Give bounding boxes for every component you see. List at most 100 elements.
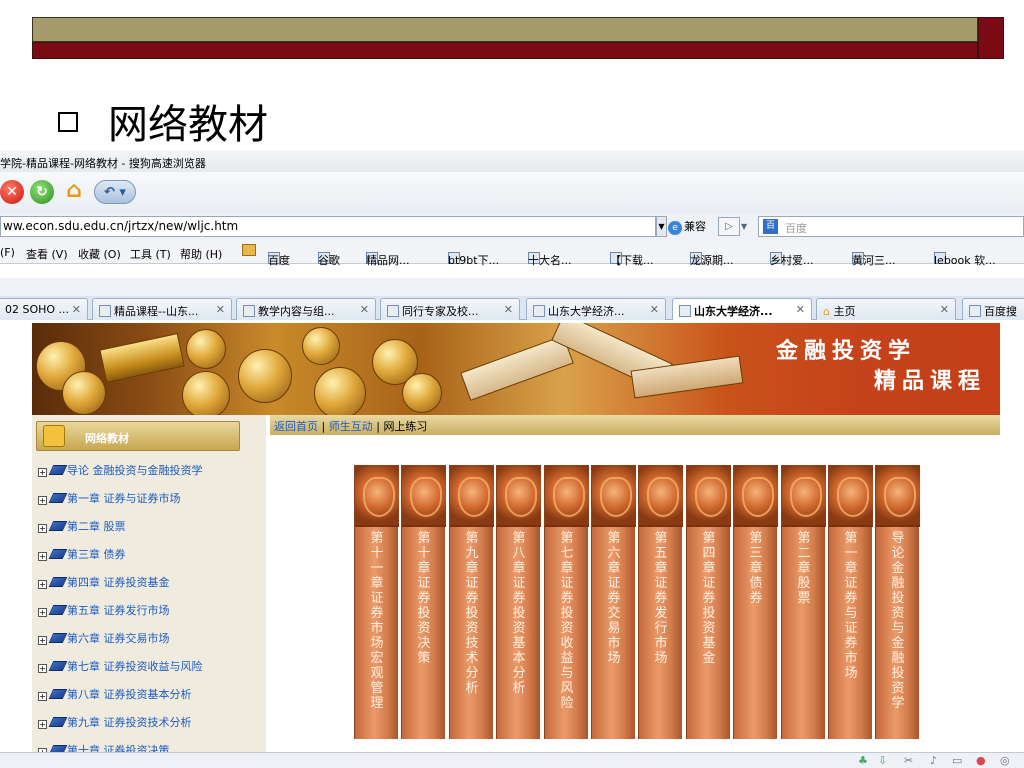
close-icon[interactable]: ✕ — [72, 303, 81, 316]
address-input[interactable]: ww.econ.sdu.edu.cn/jrtzx/new/wljc.htm — [0, 216, 656, 237]
close-icon[interactable]: ✕ — [216, 303, 225, 316]
security-icon[interactable]: ♣ — [858, 754, 868, 767]
sidebar-item-ch4[interactable]: + 第四章 证券投资基金 — [38, 574, 170, 590]
spine-title: 第七章 证券投资收益与风险 — [560, 531, 574, 711]
volume-icon[interactable]: ♪ — [930, 754, 937, 767]
close-icon[interactable]: ✕ — [650, 303, 659, 316]
sidebar-item-ch9[interactable]: + 第九章 证券投资技术分析 — [38, 714, 192, 730]
chapter-label: 第五章 证券发行市场 — [67, 604, 170, 617]
stop-icon[interactable]: ✕ — [0, 180, 24, 204]
menu-file[interactable]: (F) — [0, 246, 15, 259]
book-spine-ch8[interactable]: 第八章 证券投资基本分析 — [496, 465, 541, 739]
close-icon[interactable]: ✕ — [940, 303, 949, 316]
sidebar-item-ch7[interactable]: + 第七章 证券投资收益与风险 — [38, 658, 203, 674]
expand-icon[interactable]: + — [38, 636, 47, 645]
fav-label: 百度 — [268, 254, 290, 267]
nav-toolbar: ✕ ↻ ⌂ ↶ ▾ — [0, 172, 1024, 214]
expand-icon[interactable]: + — [38, 552, 47, 561]
close-icon[interactable]: ✕ — [796, 303, 805, 316]
close-icon[interactable]: ✕ — [504, 303, 513, 316]
expand-icon[interactable]: + — [38, 496, 47, 505]
menu-tools[interactable]: 工具 (T) — [130, 246, 171, 262]
expand-icon[interactable]: + — [38, 608, 47, 617]
monitor-icon — [43, 425, 65, 447]
spine-title: 第五章 证券发行市场 — [654, 531, 668, 666]
book-spine-ch2[interactable]: 第二章 股票 — [781, 465, 826, 739]
breadcrumb-current: 网上练习 — [383, 420, 428, 433]
gold-coin — [402, 373, 442, 413]
spine-title: 第十章 证券投资决策 — [417, 531, 431, 666]
menu-favorites[interactable]: 收藏 (O) — [78, 246, 121, 262]
expand-icon[interactable]: + — [38, 692, 47, 701]
status-bar: ♣ ⇩ ✂ ♪ ▭ ● ◎ — [0, 752, 1024, 768]
go-dropdown-icon[interactable]: ▼ — [741, 217, 751, 236]
window-icon[interactable]: ▭ — [952, 754, 962, 767]
go-button[interactable]: ▷ — [718, 217, 740, 236]
sidebar-item-ch3[interactable]: + 第三章 债券 — [38, 546, 126, 562]
sidebar-item-ch2[interactable]: + 第二章 股票 — [38, 518, 126, 534]
fav-label: lebook 软... — [934, 254, 996, 267]
expand-icon[interactable]: + — [38, 580, 47, 589]
search-input[interactable]: 百 百度 — [758, 216, 1024, 237]
gold-bar — [99, 333, 185, 383]
site-banner: 金融投资学 精品课程 — [32, 323, 1000, 415]
sidebar-item-ch5[interactable]: + 第五章 证券发行市场 — [38, 602, 170, 618]
book-icon — [48, 465, 68, 475]
book-spine-ch5[interactable]: 第五章 证券发行市场 — [638, 465, 683, 739]
sidebar-item-ch1[interactable]: + 第一章 证券与证券市场 — [38, 490, 181, 506]
book-spine-ch3[interactable]: 第三章 债券 — [733, 465, 778, 739]
tab-2[interactable]: 精品课程--山东... ✕ — [92, 298, 232, 320]
zoom-icon[interactable]: ◎ — [1000, 754, 1010, 767]
expand-icon[interactable]: + — [38, 524, 47, 533]
menu-help[interactable]: 帮助 (H) — [180, 246, 222, 262]
skin-icon[interactable]: ● — [976, 754, 986, 767]
address-dropdown-icon[interactable]: ▼ — [656, 216, 667, 237]
book-spine-intro[interactable]: 导论 金融投资与金融投资学 — [875, 465, 920, 739]
menu-view[interactable]: 查看 (V) — [26, 246, 68, 262]
expand-icon[interactable]: + — [38, 468, 47, 477]
breadcrumb-home-link[interactable]: 返回首页 — [274, 420, 318, 433]
download-icon[interactable]: ⇩ — [878, 754, 887, 767]
tab-1[interactable]: 02 SOHO ... ✕ — [0, 298, 88, 320]
book-spine-ch7[interactable]: 第七章 证券投资收益与风险 — [544, 465, 589, 739]
tools-icon[interactable]: ✂ — [904, 754, 913, 767]
spine-ornament — [355, 465, 399, 527]
tab-label: 百度搜 — [984, 305, 1017, 318]
tab-8[interactable]: 百度搜 — [962, 298, 1024, 320]
close-icon[interactable]: ✕ — [360, 303, 369, 316]
compat-label: 兼容 — [684, 220, 706, 233]
book-spine-ch4[interactable]: 第四章 证券投资基金 — [686, 465, 731, 739]
gold-coin — [186, 329, 226, 369]
breadcrumb-interact-link[interactable]: 师生互动 — [329, 420, 373, 433]
folder-icon[interactable] — [242, 244, 256, 256]
sidebar-item-ch6[interactable]: + 第六章 证券交易市场 — [38, 630, 170, 646]
tab-3[interactable]: 教学内容与组... ✕ — [236, 298, 376, 320]
ie-icon: e — [668, 221, 682, 235]
spine-title: 第二章 股票 — [797, 531, 811, 606]
expand-icon[interactable]: + — [38, 664, 47, 673]
book-spine-ch6[interactable]: 第六章 证券交易市场 — [591, 465, 636, 739]
spine-ornament — [687, 465, 731, 527]
compat-mode-button[interactable]: e 兼容 — [668, 218, 706, 235]
spine-title: 第十一章 证券市场宏观管理 — [370, 531, 384, 711]
home-icon[interactable]: ⌂ — [62, 180, 86, 204]
expand-icon[interactable]: + — [38, 720, 47, 729]
fav-label: 龙源期... — [690, 254, 734, 267]
address-bar: ww.econ.sdu.edu.cn/jrtzx/new/wljc.htm ▼ … — [0, 214, 1024, 240]
book-spine-ch1[interactable]: 第一章 证券与证券市场 — [828, 465, 873, 739]
back-button[interactable]: ↶ ▾ — [94, 180, 136, 204]
sidebar-item-intro[interactable]: + 导论 金融投资与金融投资学 — [38, 462, 203, 478]
book-icon — [48, 521, 68, 531]
gold-coin — [302, 327, 340, 365]
tab-6-active[interactable]: 山东大学经济... ✕ — [672, 298, 812, 321]
sidebar-item-ch8[interactable]: + 第八章 证券投资基本分析 — [38, 686, 192, 702]
refresh-icon[interactable]: ↻ — [30, 180, 54, 204]
book-spine-ch10[interactable]: 第十章 证券投资决策 — [401, 465, 446, 739]
book-spine-ch11[interactable]: 第十一章 证券市场宏观管理 — [354, 465, 399, 739]
banner-subtitle: 精品课程 — [874, 369, 987, 394]
book-spine-ch9[interactable]: 第九章 证券投资技术分析 — [449, 465, 494, 739]
tab-4[interactable]: 同行专家及校... ✕ — [380, 298, 520, 320]
page-icon — [243, 305, 255, 317]
tab-7[interactable]: ⌂ 主页 ✕ — [816, 298, 956, 320]
tab-5[interactable]: 山东大学经济... ✕ — [526, 298, 666, 320]
